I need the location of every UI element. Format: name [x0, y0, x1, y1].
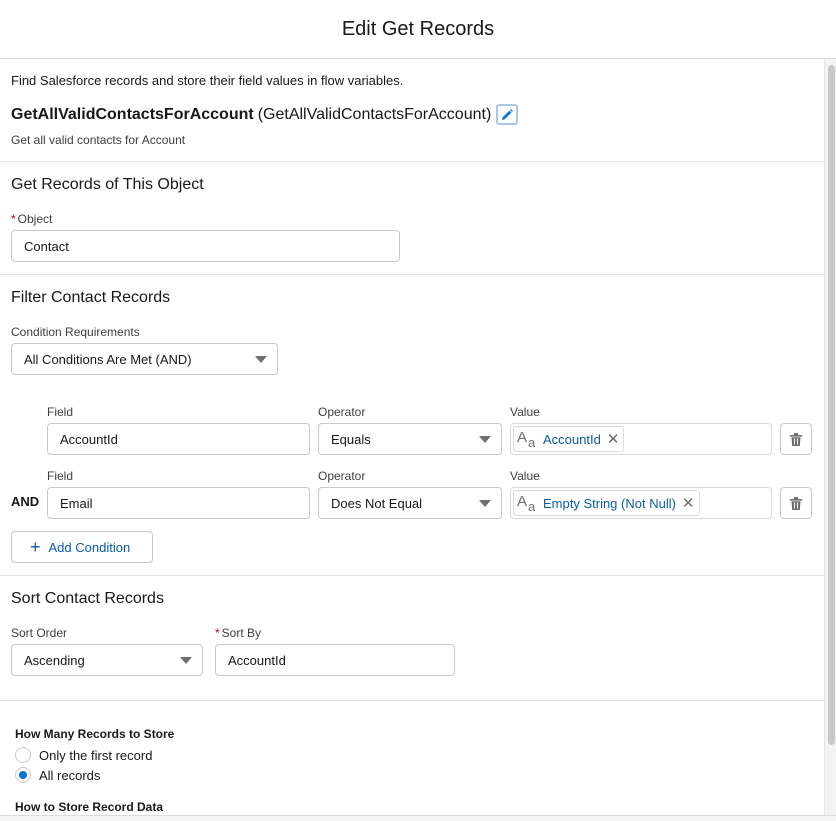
condition-requirements-select[interactable]: All Conditions Are Met (AND) — [11, 343, 278, 375]
element-description-text: Find Salesforce records and store their … — [11, 73, 404, 88]
delete-condition-button[interactable] — [780, 423, 812, 455]
text-type-icon: Aa — [517, 429, 536, 450]
object-section-title: Get Records of This Object — [11, 176, 204, 193]
close-icon[interactable]: ✕ — [682, 496, 695, 511]
delete-condition-button[interactable] — [780, 487, 812, 519]
condition-operator-label: Operator — [318, 405, 366, 419]
sort-order-select[interactable]: Ascending — [11, 644, 203, 676]
divider — [0, 700, 824, 701]
object-label: * Object — [11, 212, 53, 226]
chevron-down-icon — [479, 436, 491, 443]
text-type-icon: Aa — [517, 493, 536, 514]
edit-label-button[interactable] — [496, 104, 519, 125]
required-indicator: * — [215, 626, 220, 640]
how-to-store-label: How to Store Record Data — [15, 800, 164, 814]
scrollbar[interactable] — [824, 59, 836, 815]
element-description: Get all valid contacts for Account — [11, 133, 186, 147]
condition-field-input[interactable]: Email — [47, 487, 310, 519]
modal-title: Edit Get Records — [341, 17, 495, 40]
radio-only-first-record[interactable]: Only the first record — [15, 747, 152, 763]
condition-value-input[interactable]: Aa Empty String (Not Null) ✕ — [510, 487, 772, 519]
trash-icon — [790, 432, 802, 446]
value-pill: Aa Empty String (Not Null) ✕ — [513, 490, 700, 516]
sort-by-input[interactable]: AccountId — [215, 644, 455, 676]
modal-header: Edit Get Records — [0, 0, 836, 59]
trash-icon — [790, 496, 802, 510]
chevron-down-icon — [180, 657, 192, 664]
condition-value-label: Value — [510, 405, 540, 419]
condition-requirements-label: Condition Requirements — [11, 325, 140, 339]
condition-operator-select[interactable]: Equals — [318, 423, 502, 455]
sort-section-title: Sort Contact Records — [11, 590, 164, 607]
element-label: GetAllValidContactsForAccount — [11, 105, 254, 123]
condition-operator-label: Operator — [318, 469, 366, 483]
modal-footer-edge — [0, 815, 836, 821]
radio-button[interactable] — [15, 767, 31, 783]
value-pill-label: Empty String (Not Null) — [543, 495, 676, 511]
radio-button[interactable] — [15, 747, 31, 763]
scrollbar-thumb[interactable] — [828, 65, 835, 745]
condition-field-label: Field — [47, 405, 74, 419]
condition-field-label: Field — [47, 469, 74, 483]
condition-operator-select[interactable]: Does Not Equal — [318, 487, 502, 519]
condition-field-input[interactable]: AccountId — [47, 423, 310, 455]
how-many-records-label: How Many Records to Store — [15, 727, 175, 741]
plus-icon: + — [30, 537, 41, 557]
divider — [0, 161, 824, 162]
add-condition-button[interactable]: + Add Condition — [11, 531, 153, 563]
value-pill-label: AccountId — [543, 431, 601, 447]
value-pill: Aa AccountId ✕ — [513, 426, 625, 452]
divider — [0, 274, 824, 275]
chevron-down-icon — [479, 500, 491, 507]
sort-by-label: * Sort By — [215, 626, 262, 640]
element-api-name: (GetAllValidContactsForAccount) — [257, 105, 492, 123]
modal-body: Find Salesforce records and store their … — [0, 59, 824, 815]
pencil-icon — [502, 108, 514, 120]
element-label-row: GetAllValidContactsForAccount (GetAllVal… — [11, 104, 519, 125]
filter-section-title: Filter Contact Records — [11, 289, 171, 306]
required-indicator: * — [11, 212, 16, 226]
sort-order-label: Sort Order — [11, 626, 68, 640]
condition-logic-label: AND — [11, 494, 40, 509]
object-input[interactable]: Contact — [11, 230, 400, 262]
condition-value-input[interactable]: Aa AccountId ✕ — [510, 423, 772, 455]
divider — [0, 575, 824, 576]
radio-all-records[interactable]: All records — [15, 767, 100, 783]
condition-value-label: Value — [510, 469, 540, 483]
close-icon[interactable]: ✕ — [607, 432, 620, 447]
chevron-down-icon — [255, 356, 267, 363]
